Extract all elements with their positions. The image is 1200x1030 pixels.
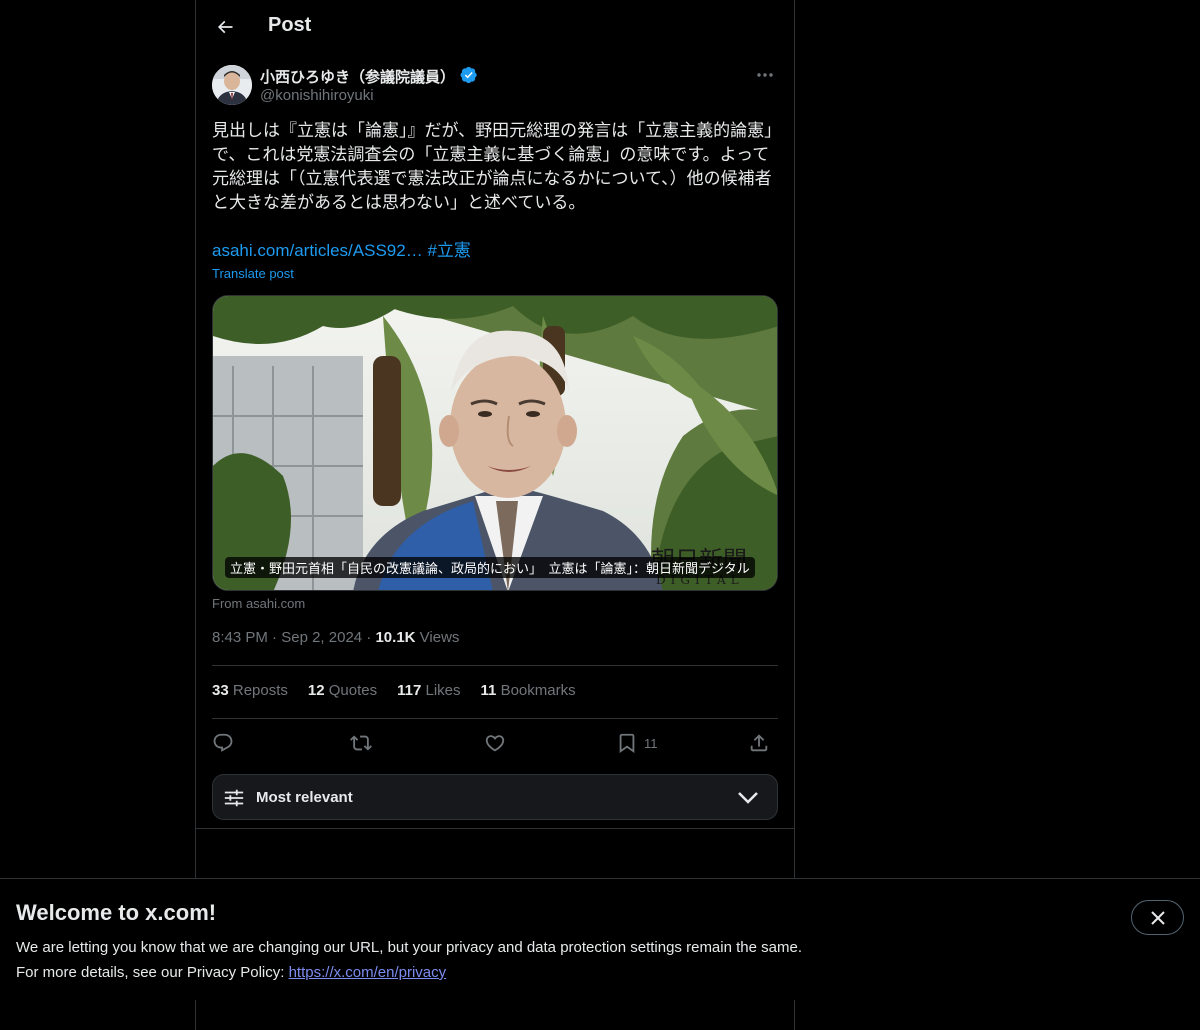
post-date[interactable]: Sep 2, 2024: [281, 629, 362, 646]
views-label: Views: [419, 629, 460, 646]
article-link[interactable]: asahi.com/articles/ASS92…: [212, 241, 423, 260]
divider: [212, 665, 778, 666]
share-button[interactable]: [748, 730, 770, 756]
divider: [212, 718, 778, 719]
url-change-banner: Welcome to x.com! We are letting you kno…: [0, 878, 1200, 1000]
bookmark-count: 11: [644, 735, 658, 751]
stat-quotes[interactable]: 12 Quotes: [308, 682, 377, 699]
like-button[interactable]: [484, 730, 506, 756]
page-title: Post: [268, 14, 312, 36]
banner-line-2-prefix: For more details, see our Privacy Policy…: [16, 964, 289, 981]
post-time[interactable]: 8:43 PM: [212, 629, 268, 646]
chevron-down-icon: [738, 792, 758, 804]
divider: [196, 828, 794, 829]
reply-button[interactable]: [212, 730, 234, 756]
stat-reposts[interactable]: 33 Reposts: [212, 682, 288, 699]
more-options-button[interactable]: [752, 64, 778, 86]
privacy-policy-link[interactable]: https://x.com/en/privacy: [289, 964, 447, 981]
verified-badge-icon: [460, 66, 477, 84]
avatar[interactable]: [212, 65, 252, 105]
card-image: 朝日新聞 DIGITAL: [213, 296, 777, 590]
close-icon: [1150, 910, 1165, 925]
reply-icon: [213, 733, 233, 752]
views-count: 10.1K: [375, 629, 416, 646]
post-author: 小西ひろゆき（参議院議員） @konishihiroyuki: [212, 65, 778, 107]
close-banner-button[interactable]: [1131, 900, 1184, 935]
banner-text: We are letting you know that we are chan…: [16, 935, 802, 985]
author-handle[interactable]: @konishihiroyuki: [260, 87, 374, 104]
more-dots-icon: [757, 73, 773, 77]
banner-title: Welcome to x.com!: [16, 900, 217, 925]
back-button[interactable]: [208, 10, 242, 44]
arrow-left-icon: [217, 20, 233, 34]
share-icon: [750, 734, 768, 752]
bookmark-button[interactable]: 11: [616, 730, 658, 756]
repost-button[interactable]: [350, 730, 372, 756]
meta-separator: ·: [272, 629, 282, 646]
filter-sliders-icon: [224, 789, 244, 807]
bookmark-icon: [619, 733, 635, 754]
banner-line-2: For more details, see our Privacy Policy…: [16, 960, 802, 985]
reply-sort-dropdown[interactable]: Most relevant: [212, 774, 778, 820]
post-stats: 33 Reposts 12 Quotes 117 Likes 11 Bookma…: [212, 682, 576, 699]
sort-label: Most relevant: [256, 789, 353, 806]
translate-post-link[interactable]: Translate post: [212, 266, 294, 281]
like-icon: [485, 735, 505, 752]
stat-bookmarks[interactable]: 11 Bookmarks: [481, 682, 576, 699]
hashtag-link[interactable]: #立憲: [427, 241, 470, 260]
card-title: 立憲・野田元首相「自民の改憲議論、政局的におい」 立憲は「論憲」：朝日新聞デジタ…: [225, 557, 755, 578]
page-header: Post: [196, 0, 794, 54]
link-preview-card[interactable]: 朝日新聞 DIGITAL 立憲・野田元首相「自民の改憲議論、政局的におい」 立憲…: [212, 295, 778, 591]
post-links: asahi.com/articles/ASS92… #立憲: [212, 239, 471, 263]
repost-icon: [350, 735, 372, 751]
post-text: 見出しは『立憲は「論憲」』だが、野田元総理の発言は「立憲主義的論憲」で、これは党…: [212, 121, 782, 213]
stat-likes[interactable]: 117 Likes: [397, 682, 460, 699]
main-column: Post 小西ひろゆき（参議院議員） @konishihiroyuki 見出しは…: [195, 0, 795, 1030]
card-source[interactable]: From asahi.com: [212, 596, 305, 611]
post-meta: 8:43 PM · Sep 2, 2024 · 10.1K Views: [212, 629, 459, 646]
author-name[interactable]: 小西ひろゆき（参議院議員）: [260, 66, 455, 87]
post-actions: 11: [212, 730, 778, 756]
avatar-image: [212, 65, 252, 105]
banner-line-1: We are letting you know that we are chan…: [16, 939, 802, 956]
